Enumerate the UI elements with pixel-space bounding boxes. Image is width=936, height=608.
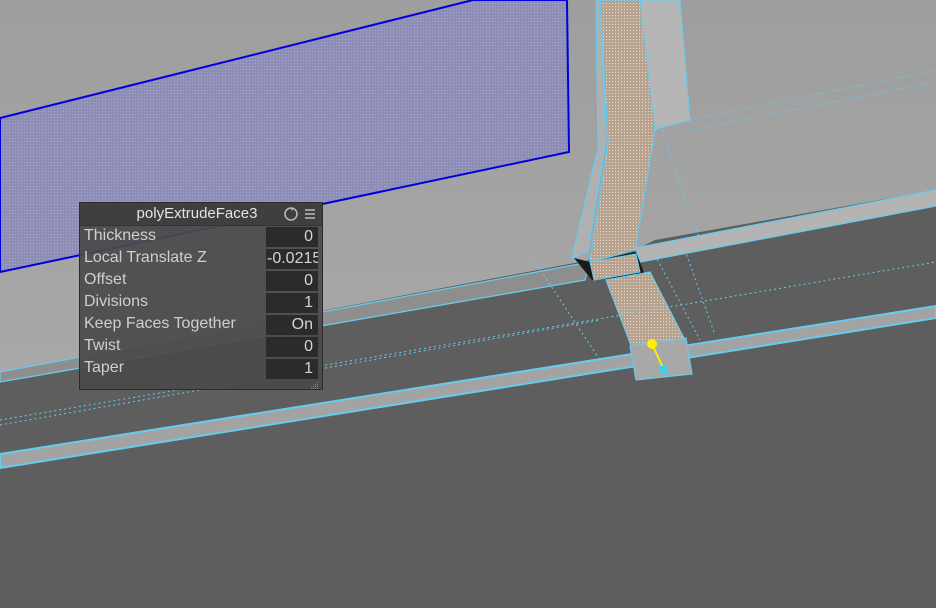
value-field[interactable]: 0: [266, 271, 318, 291]
row-local-translate-z: Local Translate Z -0.0215: [80, 248, 322, 270]
row-label: Divisions: [84, 293, 149, 310]
row-label: Keep Faces Together: [84, 315, 236, 332]
resize-grip-icon[interactable]: [310, 377, 319, 389]
row-taper: Taper 1: [80, 358, 322, 380]
row-offset: Offset 0: [80, 270, 322, 292]
row-label: Twist: [84, 337, 121, 354]
row-divisions: Divisions 1: [80, 292, 322, 314]
value-field[interactable]: 0: [266, 227, 318, 247]
value-field[interactable]: 1: [266, 293, 318, 313]
row-twist: Twist 0: [80, 336, 322, 358]
value-field[interactable]: 1: [266, 359, 318, 379]
attribute-panel: polyExtrudeFace3 Thickness 0 Local Trans…: [79, 202, 323, 390]
row-label: Offset: [84, 271, 127, 288]
refresh-icon[interactable]: [283, 206, 299, 222]
panel-title: polyExtrudeFace3: [136, 205, 258, 222]
panel-header: polyExtrudeFace3: [80, 203, 322, 226]
value-field[interactable]: -0.0215: [266, 249, 318, 269]
row-label: Local Translate Z: [84, 249, 207, 266]
menu-icon[interactable]: [304, 207, 316, 221]
row-thickness: Thickness 0: [80, 226, 322, 248]
row-label: Taper: [84, 359, 125, 376]
value-field[interactable]: On: [266, 315, 318, 335]
value-field[interactable]: 0: [266, 337, 318, 357]
row-keep-faces-together: Keep Faces Together On: [80, 314, 322, 336]
row-label: Thickness: [84, 227, 157, 244]
